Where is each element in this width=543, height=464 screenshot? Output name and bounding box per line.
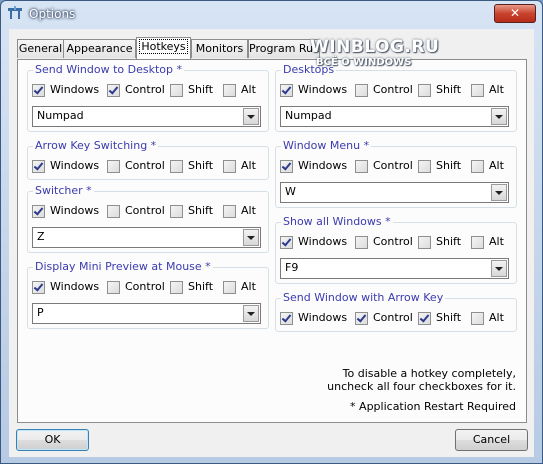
group-send-arrow-key: Send Window with Arrow Key Windows Contr… (275, 291, 517, 332)
close-icon: ✕ (509, 6, 521, 20)
group-title: Switcher * (33, 184, 94, 197)
key-combobox[interactable]: P (32, 303, 261, 324)
chevron-down-icon[interactable] (243, 108, 259, 125)
options-window: Options ✕ General Appearance Hotkeys Mon… (0, 0, 543, 464)
watermark-title: WINBLOG.RU (310, 37, 440, 57)
group-title: Send Window with Arrow Key (281, 291, 446, 304)
close-button[interactable]: ✕ (494, 4, 536, 23)
group-desktops: Desktops Windows Control Shift Alt Numpa… (275, 63, 517, 132)
cancel-button[interactable]: Cancel (455, 429, 528, 451)
key-combobox[interactable]: W (280, 182, 509, 203)
tab-hotkeys[interactable]: Hotkeys (136, 37, 191, 59)
group-arrow-key-switching: Arrow Key Switching * Windows Control Sh… (27, 139, 269, 180)
window-title: Options (29, 7, 76, 21)
tab-general[interactable]: General (17, 39, 64, 58)
disable-hint: To disable a hotkey completely, uncheck … (327, 367, 516, 393)
group-send-to-desktop: Send Window to Desktop * Windows Control… (27, 63, 269, 132)
group-title: Window Menu * (281, 139, 372, 152)
group-title: Desktops (281, 63, 337, 76)
group-window-menu: Window Menu * Windows Control Shift Alt … (275, 139, 517, 208)
key-combobox[interactable]: Z (32, 227, 261, 248)
group-title: Arrow Key Switching * (33, 139, 159, 152)
chevron-down-icon[interactable] (491, 260, 507, 277)
chevron-down-icon[interactable] (243, 229, 259, 246)
group-switcher: Switcher * Windows Control Shift Alt Z (27, 184, 269, 253)
tab-program-rules[interactable]: Program Rules (248, 39, 320, 58)
group-show-all-windows: Show all Windows * Windows Control Shift… (275, 215, 517, 284)
chevron-down-icon[interactable] (491, 108, 507, 125)
restart-note: * Application Restart Required (350, 400, 516, 413)
chevron-down-icon[interactable] (491, 184, 507, 201)
ok-button[interactable]: OK (16, 429, 89, 451)
key-combobox[interactable]: Numpad (280, 106, 509, 127)
group-title: Send Window to Desktop * (33, 63, 184, 76)
disable-hint-line1: To disable a hotkey completely, (342, 367, 516, 380)
group-title: Display Mini Preview at Mouse * (33, 260, 213, 273)
hotkeys-panel: Send Window to Desktop * Windows Control… (17, 59, 527, 423)
tab-monitors[interactable]: Monitors (191, 39, 248, 58)
group-mini-preview: Display Mini Preview at Mouse * Windows … (27, 260, 269, 329)
group-title: Show all Windows * (281, 215, 393, 228)
tab-hotkeys-label: Hotkeys (139, 39, 188, 54)
key-combobox[interactable]: F9 (280, 258, 509, 279)
title-bar[interactable]: Options ✕ (1, 1, 542, 27)
key-combobox[interactable]: Numpad (32, 106, 261, 127)
app-icon (8, 6, 22, 19)
chevron-down-icon[interactable] (243, 305, 259, 322)
disable-hint-line2: uncheck all four checkboxes for it. (327, 380, 516, 393)
dialog-client: General Appearance Hotkeys Monitors Prog… (9, 29, 534, 457)
tab-appearance[interactable]: Appearance (63, 39, 136, 58)
